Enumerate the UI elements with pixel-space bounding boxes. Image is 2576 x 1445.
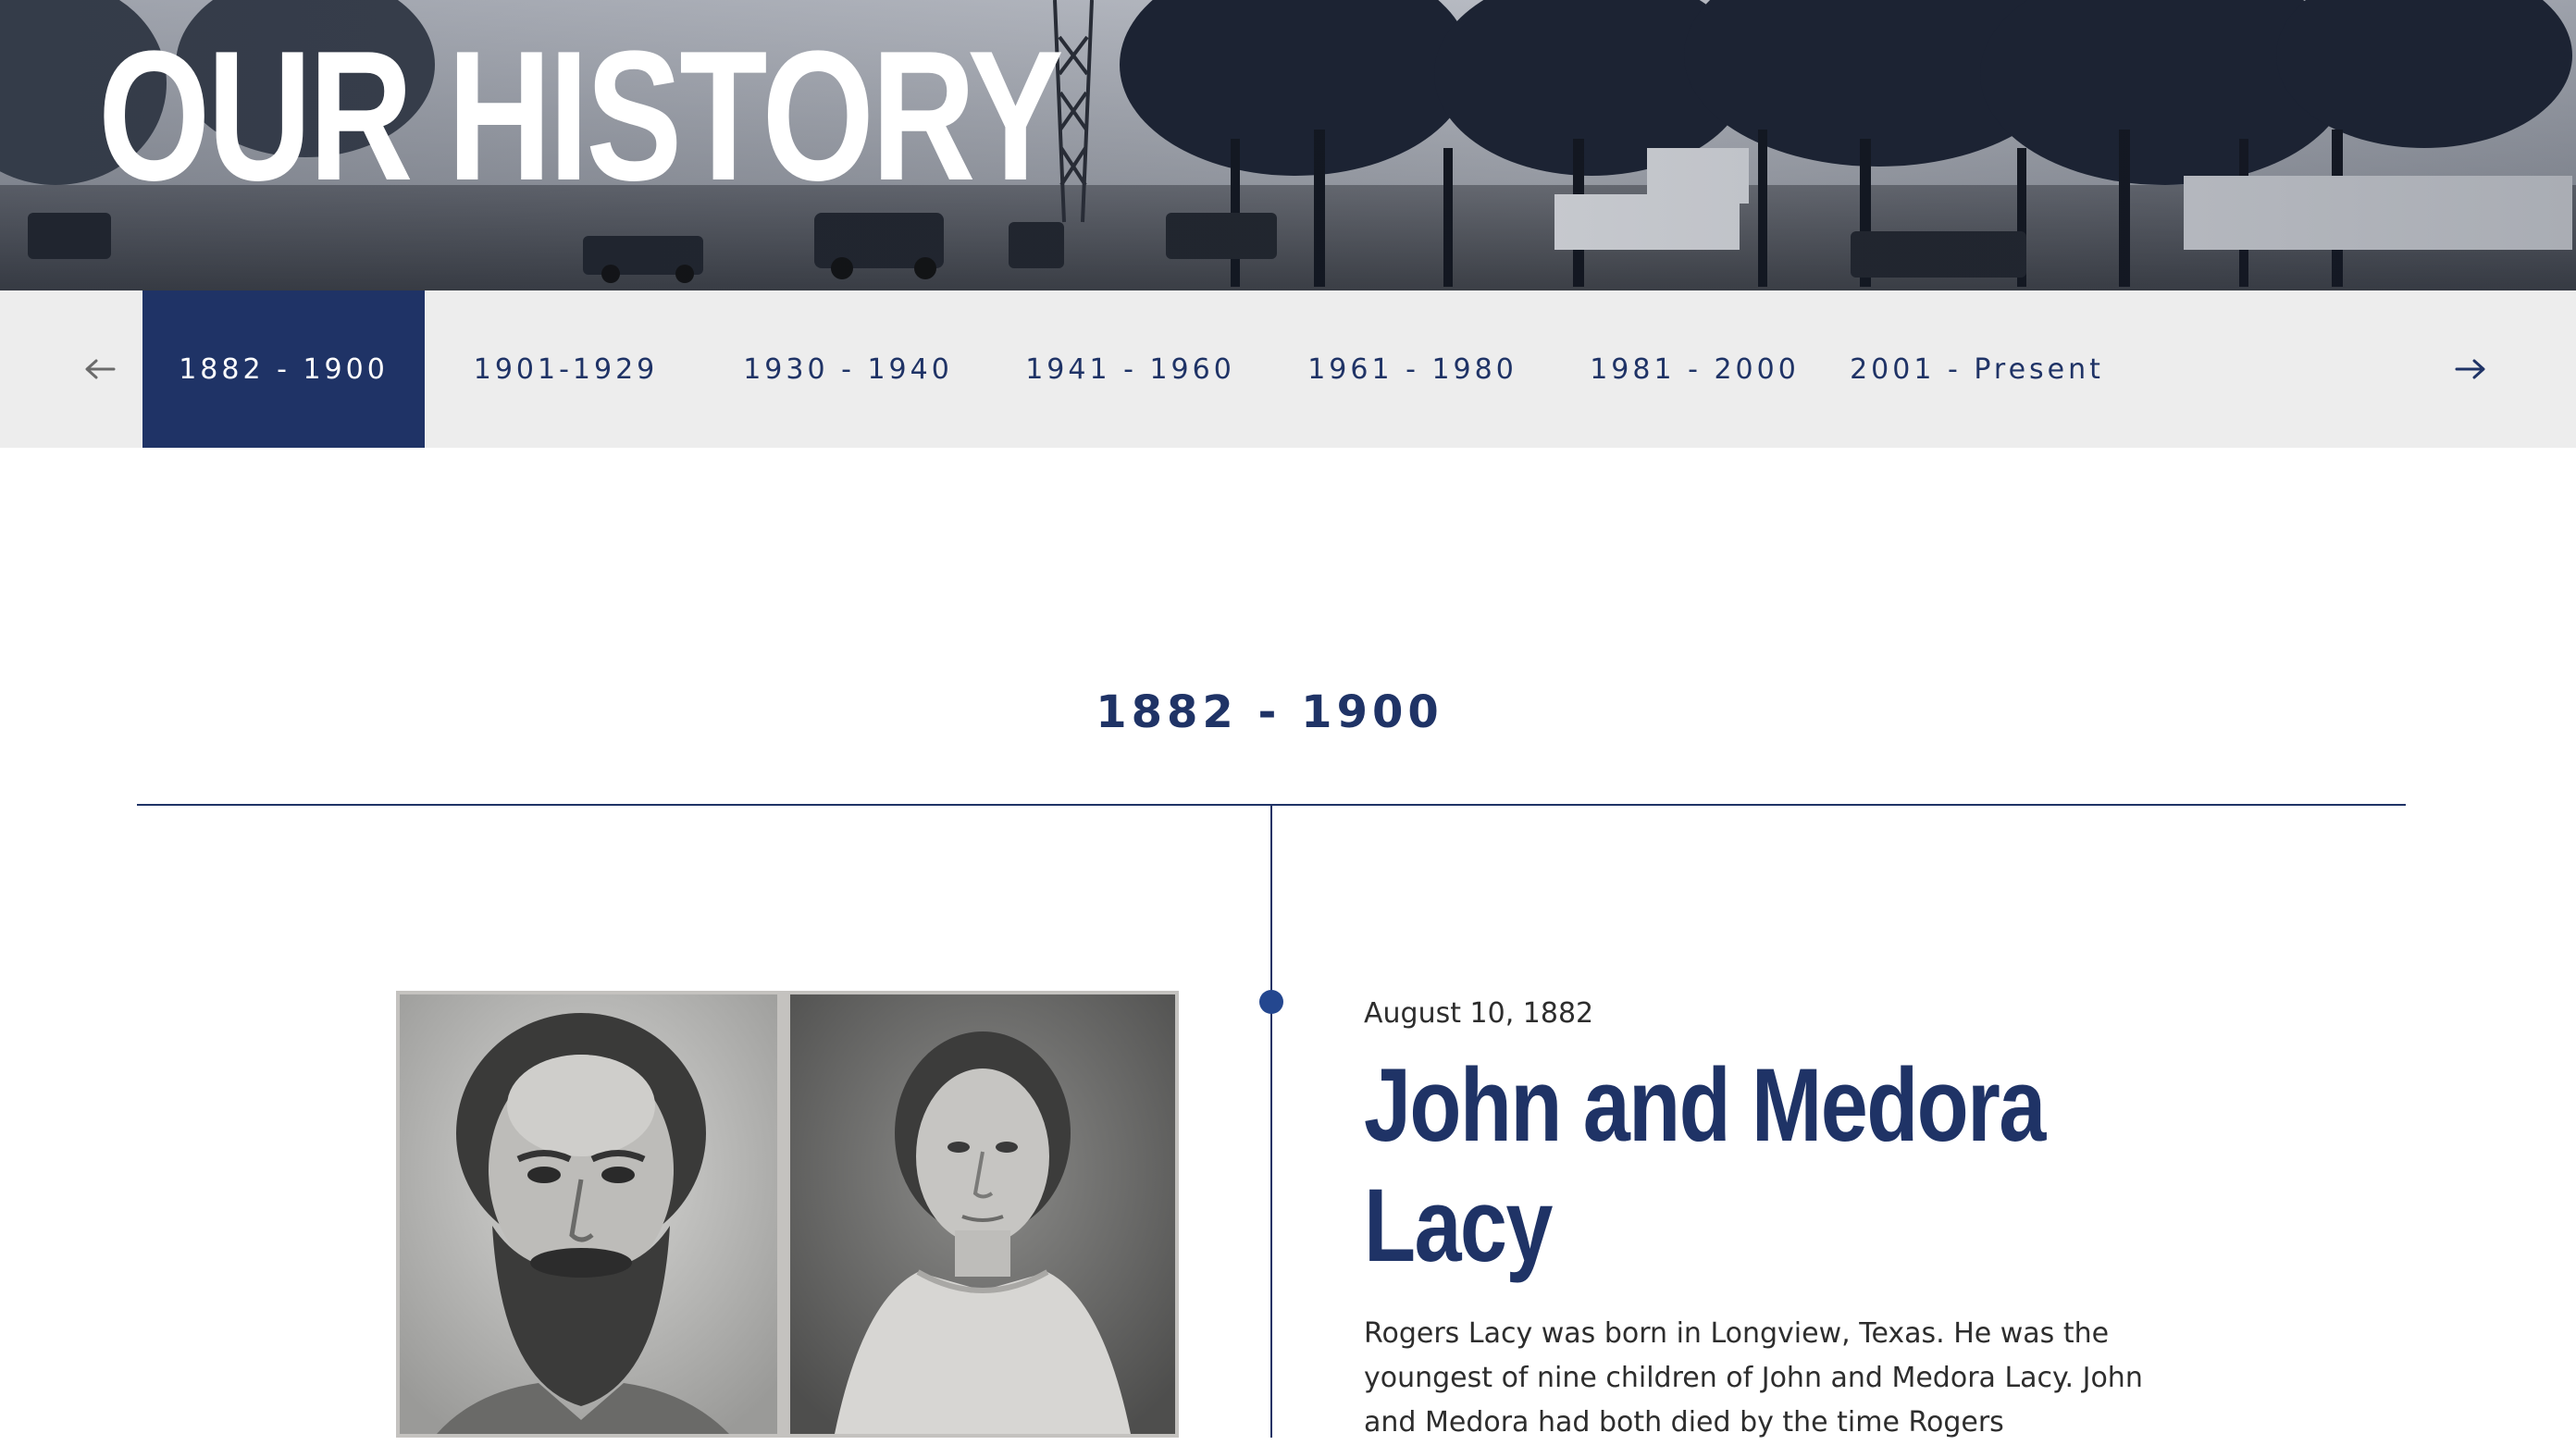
hero-banner: OUR HISTORY xyxy=(0,0,2576,290)
entry-date: August 10, 1882 xyxy=(1364,997,1594,1030)
tab-era-1961-1980[interactable]: 1961 - 1980 xyxy=(1271,290,1554,448)
entry-title: John and Medora Lacy xyxy=(1364,1047,2046,1283)
page-title: OUR HISTORY xyxy=(98,13,1064,219)
tab-era-2001-present[interactable]: 2001 - Present xyxy=(1836,290,2118,448)
timeline-line xyxy=(1270,804,1272,1438)
era-timeline-nav: 1882 - 1900 1901-1929 1930 - 1940 1941 -… xyxy=(0,290,2576,448)
entry-body-text: Rogers Lacy was born in Longview, Texas.… xyxy=(1364,1317,2143,1439)
tab-era-1941-1960[interactable]: 1941 - 1960 xyxy=(989,290,1271,448)
portrait-image xyxy=(400,994,1175,1434)
tab-era-1930-1940[interactable]: 1930 - 1940 xyxy=(707,290,989,448)
next-era-button[interactable] xyxy=(2424,290,2517,448)
arrow-right-icon xyxy=(2455,359,2485,379)
tab-era-1981-2000[interactable]: 1981 - 2000 xyxy=(1554,290,1836,448)
portrait-photo xyxy=(396,991,1179,1438)
arrow-left-icon xyxy=(85,359,116,379)
tab-era-1901-1929[interactable]: 1901-1929 xyxy=(425,290,707,448)
era-section-heading: 1882 - 1900 xyxy=(1096,686,1443,738)
timeline-marker xyxy=(1259,990,1283,1014)
tab-era-1882-1900[interactable]: 1882 - 1900 xyxy=(142,290,425,448)
previous-era-button[interactable] xyxy=(54,290,146,448)
